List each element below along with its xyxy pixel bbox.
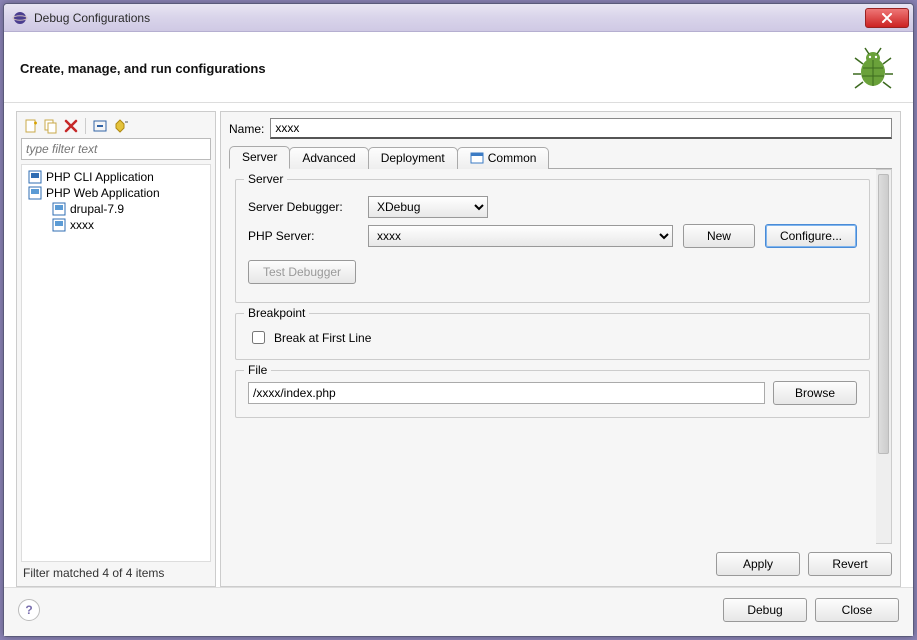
tab-server[interactable]: Server <box>229 146 290 169</box>
window-close-button[interactable] <box>865 8 909 28</box>
tab-common[interactable]: Common <box>457 147 550 169</box>
break-first-line-checkbox[interactable] <box>252 331 265 344</box>
dialog-body: PHP CLI Application PHP Web Application … <box>4 103 913 587</box>
tree-label: drupal-7.9 <box>70 202 124 216</box>
group-title: Server <box>244 172 287 186</box>
apply-button[interactable]: Apply <box>716 552 800 576</box>
browse-button[interactable]: Browse <box>773 381 857 405</box>
debug-button[interactable]: Debug <box>723 598 807 622</box>
collapse-all-icon[interactable] <box>92 118 108 134</box>
titlebar: Debug Configurations <box>4 4 913 32</box>
window-title: Debug Configurations <box>34 11 865 25</box>
tab-bar: Server Advanced Deployment Common <box>229 145 892 169</box>
dialog-footer: ? Debug Close <box>4 587 913 636</box>
tree-node-php-cli[interactable]: PHP CLI Application <box>24 169 208 185</box>
bug-icon <box>849 44 897 92</box>
close-button[interactable]: Close <box>815 598 899 622</box>
revert-button[interactable]: Revert <box>808 552 892 576</box>
group-title: File <box>244 363 271 377</box>
php-server-select[interactable]: xxxx <box>368 225 673 247</box>
tree-node-item[interactable]: drupal-7.9 <box>24 201 208 217</box>
apply-revert-row: Apply Revert <box>229 544 892 580</box>
php-web-child-icon <box>52 202 66 216</box>
group-title: Breakpoint <box>244 306 309 320</box>
tab-advanced[interactable]: Advanced <box>289 147 368 169</box>
eclipse-icon <box>12 10 28 26</box>
configuration-editor: Name: Server Advanced Deployment Common … <box>220 111 901 587</box>
tab-content-server: Server Server Debugger: XDebug PHP Serve… <box>229 169 876 544</box>
tree-label: PHP CLI Application <box>46 170 154 184</box>
group-breakpoint: Breakpoint Break at First Line <box>235 313 870 360</box>
help-icon[interactable]: ? <box>18 599 40 621</box>
server-debugger-label: Server Debugger: <box>248 200 358 214</box>
configure-server-button[interactable]: Configure... <box>765 224 857 248</box>
tree-label: xxxx <box>70 218 94 232</box>
configurations-tree[interactable]: PHP CLI Application PHP Web Application … <box>21 164 211 562</box>
delete-config-icon[interactable] <box>63 118 79 134</box>
php-web-icon <box>28 186 42 200</box>
filter-input[interactable] <box>21 138 211 160</box>
php-web-child-icon <box>52 218 66 232</box>
filter-status: Filter matched 4 of 4 items <box>21 562 211 582</box>
new-server-button[interactable]: New <box>683 224 755 248</box>
toolbar-separator <box>85 118 86 134</box>
php-cli-icon <box>28 170 42 184</box>
duplicate-config-icon[interactable] <box>43 118 59 134</box>
filter-icon[interactable] <box>112 118 128 134</box>
name-input[interactable] <box>270 118 892 139</box>
server-debugger-select[interactable]: XDebug <box>368 196 488 218</box>
configurations-toolbar <box>21 116 211 138</box>
tree-label: PHP Web Application <box>46 186 160 200</box>
new-config-icon[interactable] <box>23 118 39 134</box>
name-row: Name: <box>229 118 892 139</box>
php-server-label: PHP Server: <box>248 229 358 243</box>
configurations-panel: PHP CLI Application PHP Web Application … <box>16 111 216 587</box>
test-debugger-button[interactable]: Test Debugger <box>248 260 356 284</box>
group-file: File Browse <box>235 370 870 418</box>
vertical-scrollbar[interactable] <box>876 169 892 544</box>
scrollbar-thumb[interactable] <box>878 174 889 454</box>
file-path-input[interactable] <box>248 382 765 404</box>
tree-node-php-web[interactable]: PHP Web Application <box>24 185 208 201</box>
dialog-header: Create, manage, and run configurations <box>4 32 913 103</box>
tab-content-wrap: Server Server Debugger: XDebug PHP Serve… <box>229 169 892 544</box>
dialog-header-title: Create, manage, and run configurations <box>20 61 849 76</box>
group-server: Server Server Debugger: XDebug PHP Serve… <box>235 179 870 303</box>
common-tab-icon <box>470 152 484 164</box>
tree-node-item[interactable]: xxxx <box>24 217 208 233</box>
dialog-window: Debug Configurations Create, manage, and… <box>3 3 914 637</box>
name-label: Name: <box>229 122 264 136</box>
close-icon <box>881 13 893 23</box>
tab-deployment[interactable]: Deployment <box>368 147 458 169</box>
break-first-line-label: Break at First Line <box>274 331 371 345</box>
